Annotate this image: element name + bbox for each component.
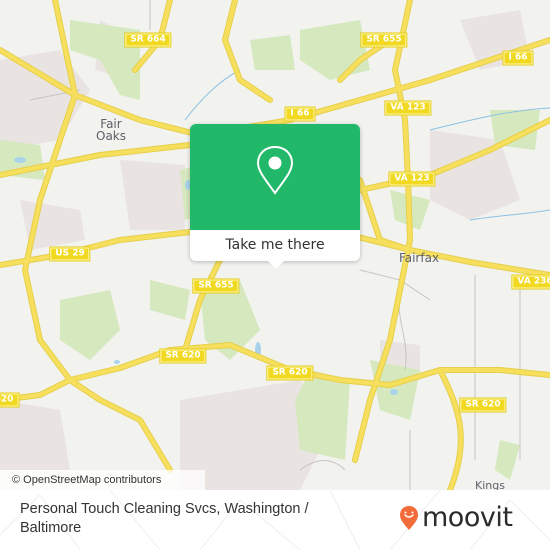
- map-pin-icon: [256, 145, 294, 195]
- route-shield: VA 123: [389, 172, 435, 186]
- moovit-pin-icon: [400, 506, 418, 530]
- route-shield: VA 236: [512, 275, 550, 289]
- location-popup: Take me there: [190, 124, 360, 269]
- place-label-fairfax: Fairfax: [398, 251, 440, 265]
- route-shield: SR 620: [460, 398, 506, 412]
- route-shield: SR 664: [125, 33, 171, 47]
- place-title: Personal Touch Cleaning Svcs, Washington…: [20, 501, 309, 536]
- route-shield: I 66: [503, 51, 533, 65]
- route-shield: SR 655: [361, 33, 407, 47]
- take-me-there-button[interactable]: Take me there: [190, 230, 360, 261]
- route-shield: SR 620: [267, 366, 313, 380]
- moovit-wordmark: moovit: [422, 502, 513, 533]
- route-shield: US 29: [50, 247, 90, 261]
- route-shield: I 66: [285, 107, 315, 121]
- map-attribution[interactable]: © OpenStreetMap contributors: [0, 470, 205, 490]
- place-label-kings: Kings: [475, 479, 505, 491]
- route-shield: SR 620: [160, 349, 206, 363]
- footer-bar: Personal Touch Cleaning Svcs, Washington…: [0, 490, 550, 550]
- popup-header: [190, 124, 360, 230]
- route-shield: 620: [0, 393, 19, 407]
- route-shield: SR 655: [193, 279, 239, 293]
- place-label-fair-oaks: Fair Oaks: [96, 117, 126, 143]
- moovit-logo[interactable]: moovit: [399, 500, 513, 536]
- popup-pointer: [267, 260, 285, 269]
- map-view[interactable]: SR 664 SR 655 I 66 I 66 VA 123 VA 123 US…: [0, 0, 550, 490]
- route-shield: VA 123: [385, 101, 431, 115]
